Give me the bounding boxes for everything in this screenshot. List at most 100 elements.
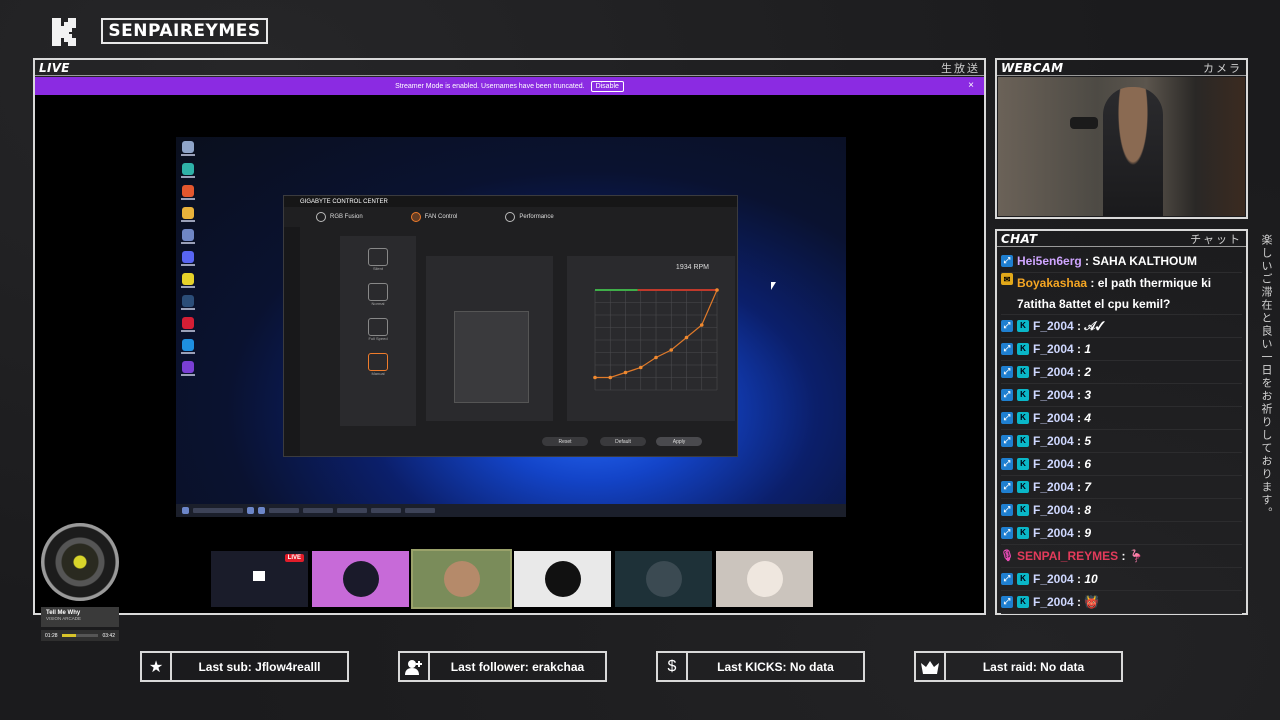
chrome-icon[interactable] (179, 207, 197, 222)
taskbar-window[interactable] (405, 508, 435, 513)
tile-hamster[interactable] (716, 551, 813, 607)
fan-curve-point[interactable] (654, 355, 658, 360)
monitor-icon (253, 571, 265, 581)
chat-username[interactable]: F_2004 (1033, 526, 1074, 540)
chat-message: ⤢ K F_2004 : 10 (1001, 568, 1242, 591)
fan-icon (410, 212, 421, 222)
chat-username[interactable]: F_2004 (1033, 365, 1074, 379)
chat-username[interactable]: SENPAI_REYMES (1017, 549, 1118, 563)
tile-face[interactable] (411, 549, 512, 609)
platform-badge-icon: ⤢ (1001, 596, 1013, 608)
taskbar-window[interactable] (337, 508, 367, 513)
install-icon[interactable] (179, 229, 197, 244)
progress-track[interactable] (61, 634, 99, 637)
tile-wolf[interactable] (514, 551, 611, 607)
webcam-panel-title: WEBCAM (1001, 60, 1064, 75)
chat-message: 🎙 SENPAI_REYMES : 🦩 (1000, 545, 1242, 568)
chat-username[interactable]: F_2004 (1033, 319, 1074, 333)
taskbar-search[interactable] (193, 508, 243, 513)
gigabyte-control-center-window: GIGABYTE CONTROL CENTER RGB Fusion FAN C… (283, 195, 738, 457)
fan-rpm-readout: 1934 RPM (675, 264, 709, 271)
windows-desktop: GIGABYTE CONTROL CENTER RGB Fusion FAN C… (176, 137, 846, 517)
edge-icon[interactable] (179, 163, 197, 178)
chat-username[interactable]: F_2004 (1033, 388, 1074, 402)
platform-badge-icon: ⤢ (1001, 389, 1013, 401)
chat-username[interactable]: F_2004 (1033, 503, 1074, 517)
fan-mode-full-speed-label: Full Speed (368, 336, 388, 341)
fan-mode-manual[interactable] (368, 353, 388, 371)
streamer-video (1103, 87, 1163, 216)
chat-separator: : (1073, 434, 1085, 448)
disable-streamer-mode-button[interactable]: Disable (590, 80, 624, 92)
taskbar-app-icon[interactable] (247, 507, 254, 514)
add-user-icon (400, 653, 430, 680)
apply-button[interactable]: Apply (656, 437, 702, 446)
chat-username[interactable]: F_2004 (1033, 434, 1074, 448)
rgb-fusion-icon (316, 212, 326, 222)
fan-curve-point[interactable] (684, 335, 689, 340)
reset-button[interactable]: Reset (542, 437, 588, 446)
taskbar-app-icon[interactable] (258, 507, 265, 514)
kick-badge-icon: K (1017, 504, 1029, 516)
studio-icon[interactable] (179, 361, 197, 376)
fan-curve-chart[interactable] (577, 280, 727, 405)
chat-message-body: F_2004 : 4 (1033, 407, 1091, 429)
steam-icon[interactable] (179, 295, 197, 310)
fan-mode-silent[interactable] (368, 248, 388, 266)
hamster-avatar (746, 561, 783, 597)
banner-close-icon[interactable]: × (968, 80, 974, 91)
tab-rgb-fusion[interactable]: RGB Fusion (316, 212, 363, 222)
taskbar-window[interactable] (269, 508, 299, 513)
platform-badge-icon: ⤢ (1001, 481, 1013, 493)
tile-anime[interactable] (312, 551, 409, 607)
chat-username[interactable]: F_2004 (1033, 411, 1074, 425)
fan-curve-point[interactable] (715, 288, 719, 292)
taskbar-window[interactable] (303, 508, 333, 513)
chat-text: 4 (1084, 411, 1092, 425)
norton-icon[interactable] (179, 273, 197, 288)
live-panel: LIVE 生放送 Streamer Mode is enabled. Usern… (33, 58, 986, 641)
screen-share-stage: GIGABYTE CONTROL CENTER RGB Fusion FAN C… (35, 95, 984, 641)
fan-curve-point[interactable] (669, 348, 674, 352)
chat-username[interactable]: F_2004 (1033, 342, 1074, 356)
fan-mode-full-speed[interactable] (368, 318, 388, 336)
platform-badge-icon: ⤢ (1001, 458, 1013, 470)
fan-curve-point[interactable] (699, 323, 704, 327)
start-icon[interactable] (182, 507, 189, 514)
chat-username[interactable]: F_2004 (1033, 480, 1074, 494)
streamer-mode-banner: Streamer Mode is enabled. Usernames have… (35, 77, 984, 95)
chat-separator: : (1073, 457, 1085, 471)
fan-mode-silent-label: Silent (372, 266, 383, 271)
edge-dev-icon[interactable] (179, 339, 197, 354)
fan-curve-point[interactable] (593, 375, 597, 380)
fan-mode-normal[interactable] (368, 283, 388, 301)
chat-username[interactable]: F_2004 (1033, 457, 1074, 471)
chat-message: ⤢ K F_2004 : 5 (1001, 430, 1242, 453)
kick-badge-icon: K (1017, 481, 1029, 493)
opera-icon[interactable] (179, 317, 197, 332)
tile-desktop[interactable]: LIVE (211, 551, 308, 607)
platform-badge-icon: ⤢ (1001, 366, 1013, 378)
fan-curve-point[interactable] (623, 370, 628, 375)
discord-icon[interactable] (179, 251, 197, 266)
tab-fan-control[interactable]: FAN Control (410, 212, 457, 222)
default-button[interactable]: Default (600, 437, 646, 446)
fan-curve-point[interactable] (638, 365, 643, 370)
chat-message: ⤢ K F_2004 : 2 (1001, 361, 1242, 384)
fan-curve-point[interactable] (608, 375, 613, 380)
chat-username[interactable]: F_2004 (1033, 572, 1074, 586)
recycle-bin-icon[interactable] (179, 141, 197, 156)
chat-username[interactable]: F_2004 (1033, 595, 1074, 609)
chat-username[interactable]: Boyakashaa (1017, 276, 1087, 290)
chat-text: 👹 (1084, 595, 1100, 609)
kick-badge-icon: K (1017, 412, 1029, 424)
webcam-panel-header: WEBCAM カメラ (997, 60, 1246, 76)
chat-message: ⤢ K F_2004 : 👹 (1001, 591, 1242, 614)
tab-performance[interactable]: Performance (505, 212, 554, 222)
chat-username[interactable]: Hei5en6erg (1017, 254, 1082, 268)
taskbar-window[interactable] (371, 508, 401, 513)
tile-portrait[interactable] (615, 551, 712, 607)
artist-name: VISION ARCADE (46, 616, 82, 621)
chat-message-body: F_2004 : 👹 (1033, 591, 1099, 613)
brave-icon[interactable] (179, 185, 197, 200)
